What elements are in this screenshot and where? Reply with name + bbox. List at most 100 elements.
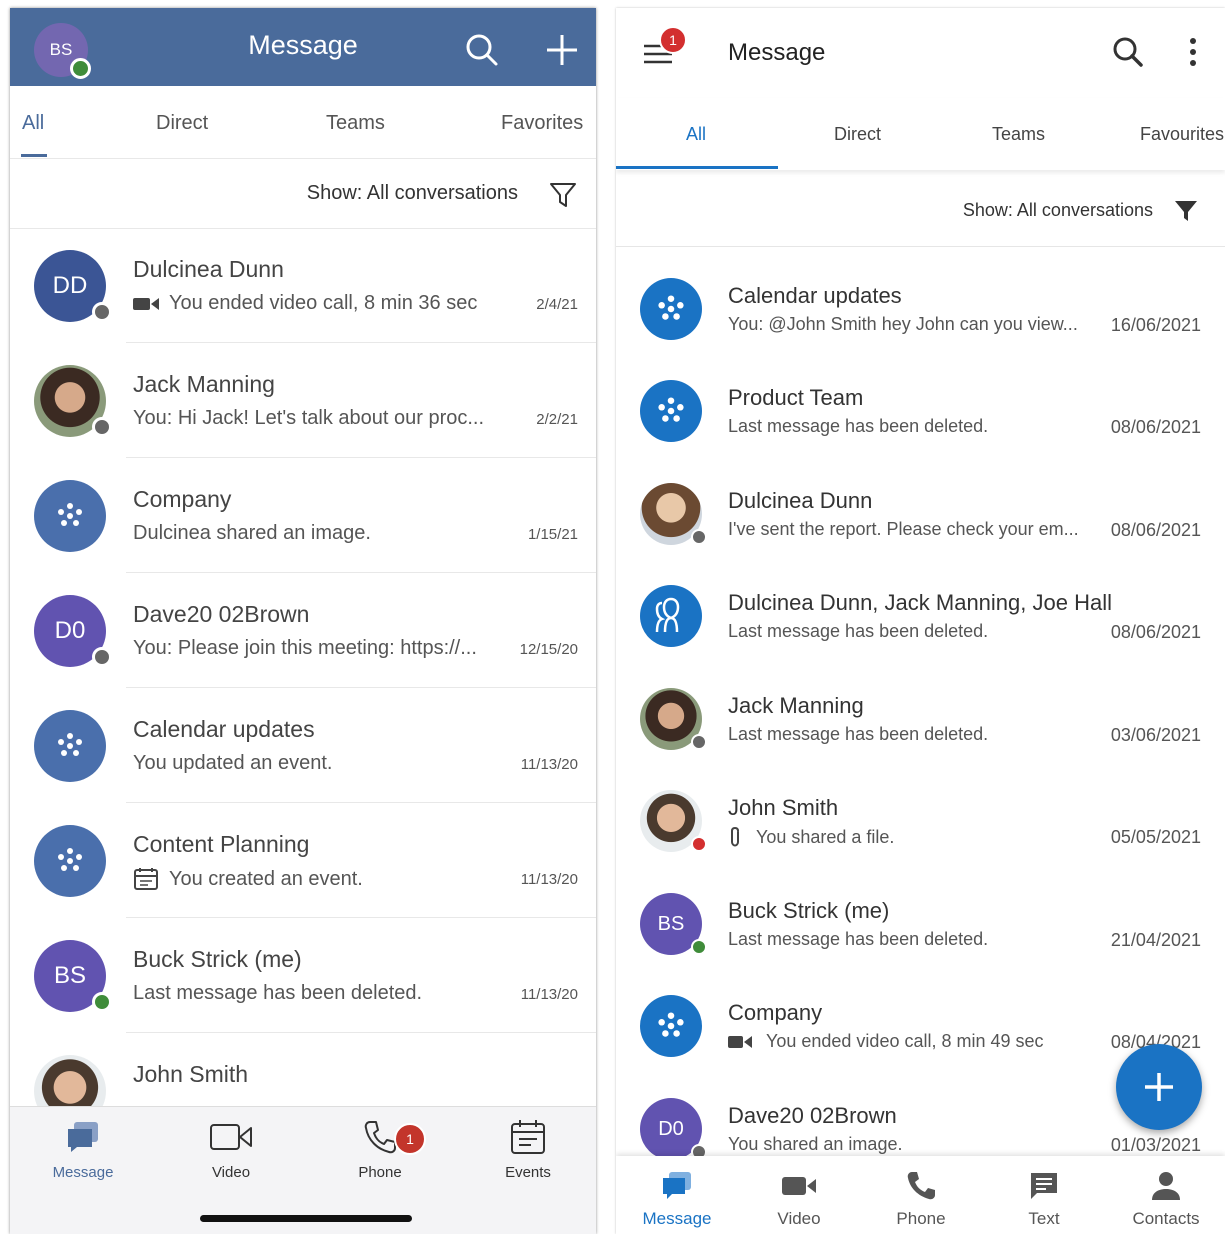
nav-video[interactable]: Video bbox=[171, 1119, 291, 1181]
conversation-row[interactable]: Jack Manning Last message has been delet… bbox=[616, 668, 1225, 770]
nav-message[interactable]: Message bbox=[617, 1170, 737, 1229]
contact-avatar: D0 bbox=[34, 595, 112, 667]
nav-label: Contacts bbox=[1132, 1209, 1200, 1228]
tab-direct[interactable]: Direct bbox=[156, 112, 208, 135]
avatar-initials: DD bbox=[52, 272, 88, 299]
tab-all[interactable]: All bbox=[686, 124, 706, 145]
search-icon bbox=[1113, 37, 1143, 67]
contact-avatar: BS bbox=[640, 893, 707, 955]
preview-text: You ended video call, 8 min 36 sec bbox=[169, 292, 478, 314]
conversation-row[interactable]: Calendar updates You updated an event. 1… bbox=[10, 688, 596, 803]
conversation-name: Calendar updates bbox=[133, 716, 315, 742]
team-avatar bbox=[640, 278, 702, 340]
tab-favorites[interactable]: Favorites bbox=[501, 112, 583, 135]
conversation-row[interactable]: John Smith You shared a file. 05/05/2021 bbox=[616, 770, 1225, 872]
conversation-name: Content Planning bbox=[133, 831, 310, 857]
text-message-icon bbox=[1031, 1173, 1057, 1199]
team-avatar bbox=[640, 995, 702, 1057]
nav-phone[interactable]: Phone 1 bbox=[320, 1119, 440, 1181]
conversation-row[interactable]: Calendar updates You: @John Smith hey Jo… bbox=[616, 258, 1225, 360]
conversation-row[interactable]: D0 Dave20 02Brown You: Please join this … bbox=[10, 573, 596, 688]
nav-contacts[interactable]: Contacts bbox=[1106, 1170, 1225, 1229]
preview-text: Last message has been deleted. bbox=[133, 982, 423, 1004]
preview-text: You updated an event. bbox=[133, 752, 333, 774]
preview-text: You ended video call, 8 min 49 sec bbox=[766, 1031, 1044, 1051]
menu-notification-badge: 1 bbox=[659, 26, 687, 54]
conversation-row[interactable]: Jack Manning You: Hi Jack! Let's talk ab… bbox=[10, 343, 596, 458]
message-icon bbox=[68, 1122, 98, 1152]
contact-photo-avatar bbox=[640, 483, 707, 545]
tab-teams[interactable]: Teams bbox=[326, 112, 385, 135]
filter-button[interactable] bbox=[546, 178, 580, 212]
conversation-row[interactable]: Dulcinea Dunn, Jack Manning, Joe Hall La… bbox=[616, 565, 1225, 667]
conversation-name: Calendar updates bbox=[728, 283, 902, 308]
tab-favourites[interactable]: Favourites bbox=[1140, 124, 1224, 145]
conversation-date: 21/04/2021 bbox=[1110, 930, 1201, 950]
preview-text: Last message has been deleted. bbox=[728, 724, 989, 744]
conversation-date: 08/06/2021 bbox=[1110, 520, 1201, 540]
more-vertical-icon bbox=[1190, 38, 1196, 66]
presence-offline-icon bbox=[691, 734, 707, 750]
presence-offline-icon bbox=[92, 302, 112, 322]
avatar-initials: D0 bbox=[54, 617, 86, 644]
avatar-initials: D0 bbox=[658, 1117, 684, 1140]
conversation-date: 08/06/2021 bbox=[1110, 622, 1201, 642]
nav-label: Video bbox=[777, 1209, 821, 1228]
conversation-preview: Last message has been deleted. bbox=[728, 929, 988, 950]
team-icon bbox=[58, 503, 82, 526]
team-icon bbox=[658, 397, 684, 422]
tab-direct[interactable]: Direct bbox=[834, 124, 881, 145]
filter-label[interactable]: Show: All conversations bbox=[963, 200, 1153, 221]
conversation-preview: You created an event. bbox=[133, 867, 363, 891]
android-app-screen: 1 Message All Direct Teams Favourites Sh… bbox=[616, 8, 1225, 1234]
conversation-row[interactable]: Company Dulcinea shared an image. 1/15/2… bbox=[10, 458, 596, 573]
team-icon bbox=[658, 295, 684, 320]
conversation-name: Buck Strick (me) bbox=[133, 946, 302, 972]
video-camera-icon bbox=[210, 1124, 252, 1150]
phone-icon bbox=[364, 1121, 396, 1154]
conversation-row[interactable]: DD Dulcinea Dunn You ended video call, 8… bbox=[10, 228, 596, 343]
video-camera-icon bbox=[133, 297, 159, 310]
conversation-name: John Smith bbox=[133, 1061, 249, 1087]
android-bottom-nav: Message Video Phone Text Contacts bbox=[616, 1156, 1225, 1234]
conversation-preview: You shared a file. bbox=[728, 826, 894, 848]
nav-label: Phone bbox=[358, 1164, 402, 1181]
tab-all[interactable]: All bbox=[22, 112, 44, 135]
search-button[interactable] bbox=[462, 30, 502, 70]
filter-button[interactable] bbox=[1172, 197, 1200, 225]
contact-avatar: D0 bbox=[640, 1098, 707, 1160]
contacts-person-icon bbox=[1152, 1172, 1180, 1200]
nav-label: Message bbox=[642, 1209, 712, 1228]
video-camera-icon bbox=[782, 1177, 816, 1195]
ios-header: BS Message bbox=[10, 8, 596, 86]
conversation-row[interactable]: BS Buck Strick (me) Last message has bee… bbox=[10, 918, 596, 1033]
presence-offline-icon bbox=[691, 529, 707, 545]
nav-label: Video bbox=[211, 1164, 251, 1181]
conversation-name: Dulcinea Dunn bbox=[133, 256, 284, 282]
ios-tab-bar: All Direct Teams Favorites bbox=[10, 86, 596, 159]
conversation-preview: You: Hi Jack! Let's talk about our proc.… bbox=[133, 407, 484, 430]
new-conversation-button[interactable] bbox=[542, 30, 582, 70]
nav-label: Message bbox=[52, 1164, 114, 1181]
search-button[interactable] bbox=[1110, 34, 1146, 70]
more-options-button[interactable] bbox=[1178, 34, 1208, 70]
conversation-date: 2/2/21 bbox=[536, 411, 578, 428]
conversation-row[interactable]: Product Team Last message has been delet… bbox=[616, 360, 1225, 462]
new-conversation-fab[interactable] bbox=[1116, 1044, 1202, 1130]
team-avatar bbox=[34, 480, 106, 552]
nav-phone[interactable]: Phone bbox=[861, 1170, 981, 1229]
nav-events[interactable]: Events bbox=[468, 1119, 588, 1181]
conversation-row[interactable]: Content Planning You created an event. 1… bbox=[10, 803, 596, 918]
tab-teams[interactable]: Teams bbox=[992, 124, 1045, 145]
nav-video[interactable]: Video bbox=[739, 1170, 859, 1229]
nav-message[interactable]: Message bbox=[23, 1119, 143, 1181]
conversation-date: 05/05/2021 bbox=[1110, 827, 1201, 847]
conversation-preview: You updated an event. bbox=[133, 752, 332, 775]
preview-text: You created an event. bbox=[169, 867, 363, 890]
preview-text: Last message has been deleted. bbox=[728, 621, 989, 641]
conversation-row[interactable]: Dulcinea Dunn I've sent the report. Plea… bbox=[616, 463, 1225, 565]
nav-text[interactable]: Text bbox=[984, 1170, 1104, 1229]
conversation-row[interactable]: BS Buck Strick (me) Last message has bee… bbox=[616, 873, 1225, 975]
plus-icon bbox=[1145, 1073, 1173, 1101]
filter-label[interactable]: Show: All conversations bbox=[307, 182, 518, 205]
